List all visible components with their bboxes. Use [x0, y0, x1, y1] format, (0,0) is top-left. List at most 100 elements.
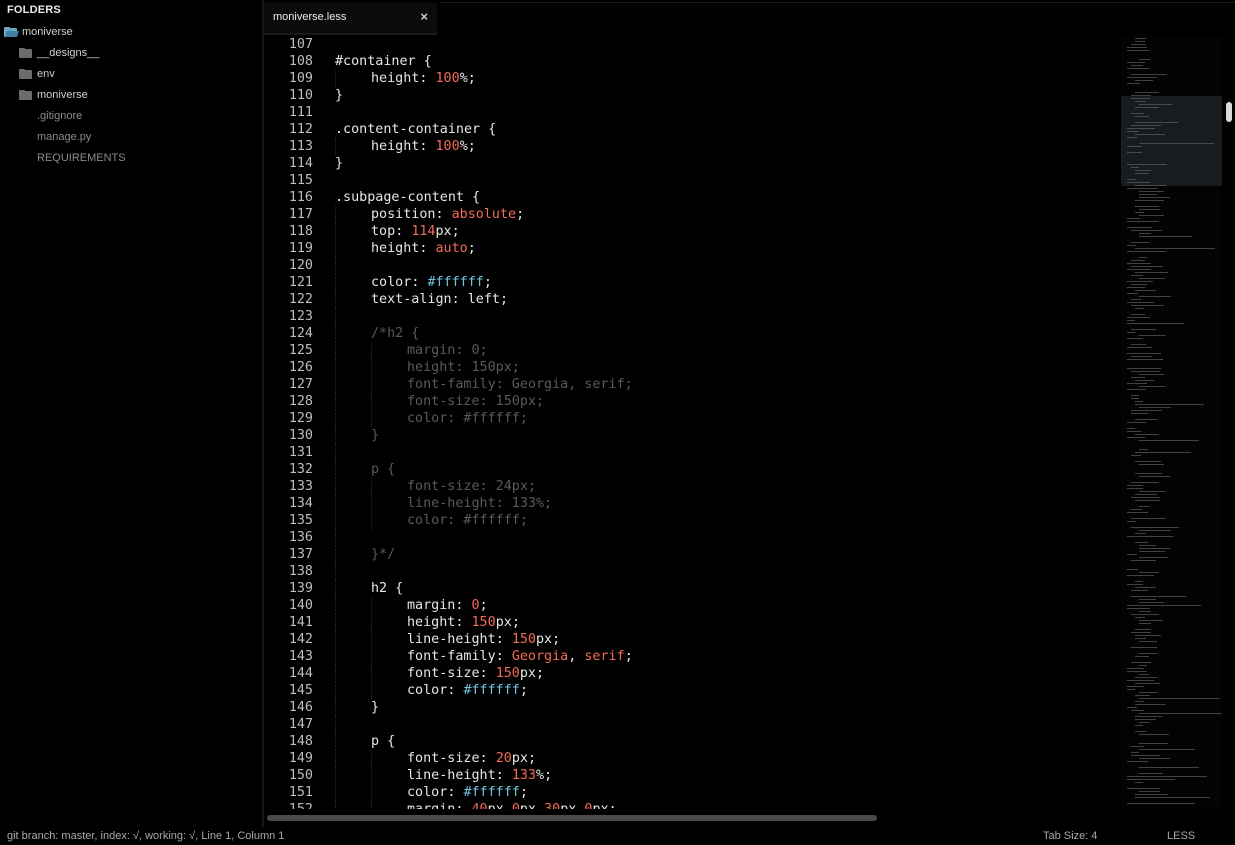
code-text: color: #ffffff;	[407, 512, 528, 529]
minimap-line	[1139, 236, 1192, 237]
code-token: :	[455, 598, 472, 613]
code-token: ;	[519, 683, 528, 698]
code-line[interactable]: 114}	[264, 155, 1121, 172]
horizontal-scrollbar[interactable]	[264, 809, 1235, 827]
line-number: 126	[288, 360, 313, 375]
minimap-line	[1135, 212, 1144, 213]
minimap-line	[1131, 275, 1143, 276]
minimap-line	[1135, 629, 1151, 630]
code-line[interactable]: 118 top: 114px;	[264, 223, 1121, 240]
code-line[interactable]: 147	[264, 716, 1121, 733]
code-line[interactable]: 142 line-height: 150px;	[264, 631, 1121, 648]
code-line[interactable]: 110}	[264, 87, 1121, 104]
code-line[interactable]: 128 font-size: 150px;	[264, 393, 1121, 410]
minimap-line	[1135, 134, 1165, 135]
minimap-line	[1127, 47, 1147, 48]
minimap-line	[1131, 65, 1143, 66]
code-token: :	[479, 751, 496, 766]
indent-guide	[335, 699, 336, 716]
code-line[interactable]: 115	[264, 172, 1121, 189]
minimap-line	[1131, 710, 1144, 711]
code-line[interactable]: 143 font-family: Georgia, serif;	[264, 648, 1121, 665]
code-line[interactable]: 140 margin: 0;	[264, 597, 1121, 614]
code-line[interactable]: 112 .content-container {	[264, 121, 1121, 138]
folder-item[interactable]: __designs__	[19, 43, 99, 63]
code-line[interactable]: 123	[264, 308, 1121, 325]
code-line[interactable]: 111	[264, 104, 1121, 121]
code-line[interactable]: 124 /*h2 {	[264, 325, 1121, 342]
code-line[interactable]: 119 height: auto;	[264, 240, 1121, 257]
line-number: 108	[288, 54, 313, 69]
minimap-line	[1139, 104, 1172, 105]
code-line[interactable]: 146}	[264, 699, 1121, 716]
code-line[interactable]: 152 margin: 40px 0px 30px 0px;	[264, 801, 1121, 809]
code-line[interactable]: 151 color: #ffffff;	[264, 784, 1121, 801]
folder-item[interactable]: env	[19, 64, 55, 84]
code-token: px	[511, 751, 528, 766]
code-line[interactable]: 127 font-family: Georgia, serif;	[264, 376, 1121, 393]
code-line[interactable]: 145 color: #ffffff;	[264, 682, 1121, 699]
code-line[interactable]: 121 color: #ffffff;	[264, 274, 1121, 291]
code-line[interactable]: 117 position: absolute;	[264, 206, 1121, 223]
horizontal-scrollbar-thumb[interactable]	[267, 815, 877, 821]
code-token: %	[536, 768, 545, 783]
status-syntax[interactable]: LESS	[1167, 827, 1195, 845]
code-line[interactable]: 130}	[264, 427, 1121, 444]
code-token: position	[371, 207, 436, 222]
code-line[interactable]: 122 text-align: left;	[264, 291, 1121, 308]
code-text: }	[371, 427, 379, 444]
minimap-line	[1139, 734, 1169, 735]
file-item[interactable]: .gitignore	[37, 106, 82, 126]
code-line[interactable]: 116 .subpage-content {	[264, 189, 1121, 206]
vertical-scrollbar[interactable]	[1222, 36, 1235, 809]
code-line[interactable]: 148 p {	[264, 733, 1121, 750]
minimap-line	[1135, 206, 1159, 207]
code-line[interactable]: 137}*/	[264, 546, 1121, 563]
tree-item-label: __designs__	[37, 47, 100, 59]
code-editor[interactable]: 107 108 #container {109 height: 100%; 110} 11…	[264, 36, 1121, 809]
code-token: text-align	[371, 292, 452, 307]
close-icon[interactable]: ×	[420, 9, 428, 24]
code-line[interactable]: 129 color: #ffffff;	[264, 410, 1121, 427]
indent-guide	[335, 427, 336, 444]
code-line[interactable]: 126 height: 150px;	[264, 359, 1121, 376]
vertical-scrollbar-thumb[interactable]	[1226, 102, 1232, 122]
code-line[interactable]: 131	[264, 444, 1121, 461]
code-line[interactable]: 150 line-height: 133%;	[264, 767, 1121, 784]
code-line[interactable]: 120	[264, 257, 1121, 274]
folder-item[interactable]: moniverse	[4, 22, 73, 42]
line-number: 142	[288, 632, 313, 647]
minimap[interactable]	[1121, 36, 1222, 809]
minimap-line	[1139, 665, 1147, 666]
line-number: 145	[288, 683, 313, 698]
minimap-line	[1135, 80, 1153, 81]
code-token: color	[407, 785, 448, 800]
code-token: left	[467, 292, 500, 307]
folder-item[interactable]: moniverse	[19, 85, 88, 105]
code-line[interactable]: 135 color: #ffffff;	[264, 512, 1121, 529]
code-line[interactable]: 141 height: 150px;	[264, 614, 1121, 631]
code-line[interactable]: 144 font-size: 150px;	[264, 665, 1121, 682]
code-line[interactable]: 138	[264, 563, 1121, 580]
code-text: .content-container {	[335, 121, 496, 138]
code-line[interactable]: 149 font-size: 20px;	[264, 750, 1121, 767]
file-item[interactable]: manage.py	[37, 127, 91, 147]
code-line[interactable]: 109 height: 100%;	[264, 70, 1121, 87]
code-line[interactable]: 139 h2 {	[264, 580, 1121, 597]
code-line[interactable]: 125 margin: 0;	[264, 342, 1121, 359]
minimap-line	[1139, 548, 1170, 549]
status-tab-size[interactable]: Tab Size: 4	[1043, 827, 1097, 845]
tab-moniverse-less[interactable]: moniverse.less ×	[264, 3, 437, 35]
code-line[interactable]: 136	[264, 529, 1121, 546]
code-line[interactable]: 107	[264, 36, 1121, 53]
minimap-line	[1127, 287, 1145, 288]
code-token: 133	[511, 768, 536, 783]
minimap-line	[1127, 245, 1136, 246]
code-line[interactable]: 108 #container {	[264, 53, 1121, 70]
minimap-line	[1127, 182, 1150, 183]
file-item[interactable]: REQUIREMENTS	[37, 148, 126, 168]
code-line[interactable]: 113 height: 100%;	[264, 138, 1121, 155]
code-line[interactable]: 133 font-size: 24px;	[264, 478, 1121, 495]
code-line[interactable]: 132 p {	[264, 461, 1121, 478]
code-line[interactable]: 134 line-height: 133%;	[264, 495, 1121, 512]
